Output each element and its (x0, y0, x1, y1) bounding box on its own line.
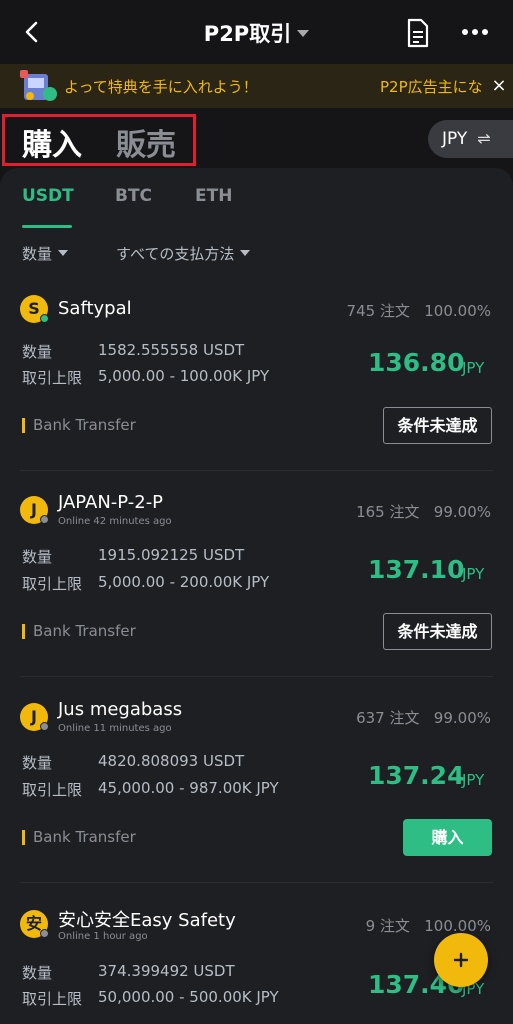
limit-label: 取引上限 (22, 575, 83, 593)
order-count: 165 注文 (356, 503, 420, 521)
document-icon[interactable] (404, 18, 432, 48)
online-status-dot (40, 314, 49, 323)
divider (20, 676, 493, 677)
create-ad-button[interactable] (434, 933, 488, 987)
order-count: 637 注文 (356, 709, 420, 727)
price-currency: JPY (462, 565, 485, 583)
price-value: 136.80 (368, 348, 465, 377)
banner-text-scrolling: P2P広告主にな (380, 78, 483, 96)
divider (20, 470, 493, 471)
tab-btc[interactable]: BTC (115, 186, 152, 206)
last-online: Online 11 minutes ago (58, 723, 172, 734)
more-icon[interactable] (460, 22, 490, 42)
order-count: 9 注文 (365, 917, 410, 935)
requirement-not-met-button[interactable]: 条件未達成 (383, 613, 492, 650)
currency-selector[interactable]: JPY ⇌ (428, 120, 513, 158)
promo-illustration-icon (20, 70, 57, 101)
chevron-down-icon (297, 29, 310, 37)
chevron-down-icon (240, 249, 251, 256)
tab-eth[interactable]: ETH (195, 186, 232, 206)
limit-label: 取引上限 (22, 990, 83, 1008)
quantity-label: 数量 (22, 754, 53, 772)
payment-filter-label: すべての支払方法 (116, 245, 235, 263)
completion-rate: 100.00% (424, 302, 491, 320)
chevron-down-icon (58, 249, 69, 256)
swap-icon: ⇌ (477, 129, 491, 148)
ads-panel (0, 168, 513, 1024)
limit-value: 45,000.00 - 987.00K JPY (98, 779, 279, 797)
price-currency: JPY (462, 771, 485, 789)
payment-filter[interactable]: すべての支払方法 (116, 243, 251, 264)
amount-filter[interactable]: 数量 (22, 243, 69, 264)
quantity-value: 1582.555558 USDT (98, 341, 245, 359)
quantity-label: 数量 (22, 343, 53, 361)
amount-filter-label: 数量 (22, 245, 53, 263)
online-status-dot (40, 929, 49, 938)
tab-usdt[interactable]: USDT (22, 186, 74, 206)
divider (20, 882, 493, 883)
order-stats: 745 注文 100.00% (347, 300, 491, 321)
order-stats: 165 注文 99.00% (356, 501, 491, 522)
currency-label: JPY (442, 129, 468, 149)
payment-method: Bank Transfer (22, 418, 136, 433)
tab-buy[interactable]: 購入 (22, 120, 82, 164)
price-value: 137.24 (368, 761, 465, 790)
last-online: Online 1 hour ago (58, 931, 148, 942)
limit-value: 5,000.00 - 100.00K JPY (98, 367, 270, 385)
advertiser-name[interactable]: Saftypal (58, 298, 132, 319)
order-count: 745 注文 (346, 302, 410, 320)
price-currency: JPY (462, 359, 485, 377)
quantity-value: 4820.808093 USDT (98, 752, 245, 770)
completion-rate: 99.00% (433, 709, 491, 727)
banner-text: よって特典を手に入れよう！ (64, 78, 258, 96)
limit-label: 取引上限 (22, 369, 83, 387)
quantity-value: 1915.092125 USDT (98, 546, 245, 564)
close-icon[interactable]: × (485, 72, 513, 100)
quantity-label: 数量 (22, 964, 53, 982)
limit-label: 取引上限 (22, 781, 83, 799)
online-status-dot (40, 722, 49, 731)
requirement-not-met-button[interactable]: 条件未達成 (383, 407, 492, 444)
active-tab-indicator (22, 225, 72, 228)
advertiser-name[interactable]: 安心安全Easy Safety (58, 906, 236, 932)
price-value: 137.10 (368, 555, 465, 584)
online-status-dot (40, 515, 49, 524)
completion-rate: 99.00% (433, 503, 491, 521)
last-online: Online 42 minutes ago (58, 516, 172, 527)
tab-sell[interactable]: 販売 (116, 120, 176, 164)
advertiser-name[interactable]: Jus megabass (58, 699, 182, 720)
order-stats: 637 注文 99.00% (356, 707, 491, 728)
page-title[interactable]: P2P取引 (0, 18, 513, 48)
payment-method: Bank Transfer (22, 830, 136, 845)
quantity-label: 数量 (22, 548, 53, 566)
quantity-value: 374.399492 USDT (98, 962, 235, 980)
limit-value: 5,000.00 - 200.00K JPY (98, 573, 270, 591)
advertiser-name[interactable]: JAPAN-P-2-P (58, 492, 163, 513)
page-title-text: P2P取引 (203, 22, 292, 46)
promo-banner[interactable]: よって特典を手に入れよう！ P2P広告主にな × (0, 64, 513, 108)
top-bar: P2P取引 (0, 0, 513, 64)
limit-value: 50,000.00 - 500.00K JPY (98, 988, 279, 1006)
payment-method: Bank Transfer (22, 624, 136, 639)
plus-icon (453, 952, 469, 968)
buy-button[interactable]: 購入 (403, 819, 492, 856)
